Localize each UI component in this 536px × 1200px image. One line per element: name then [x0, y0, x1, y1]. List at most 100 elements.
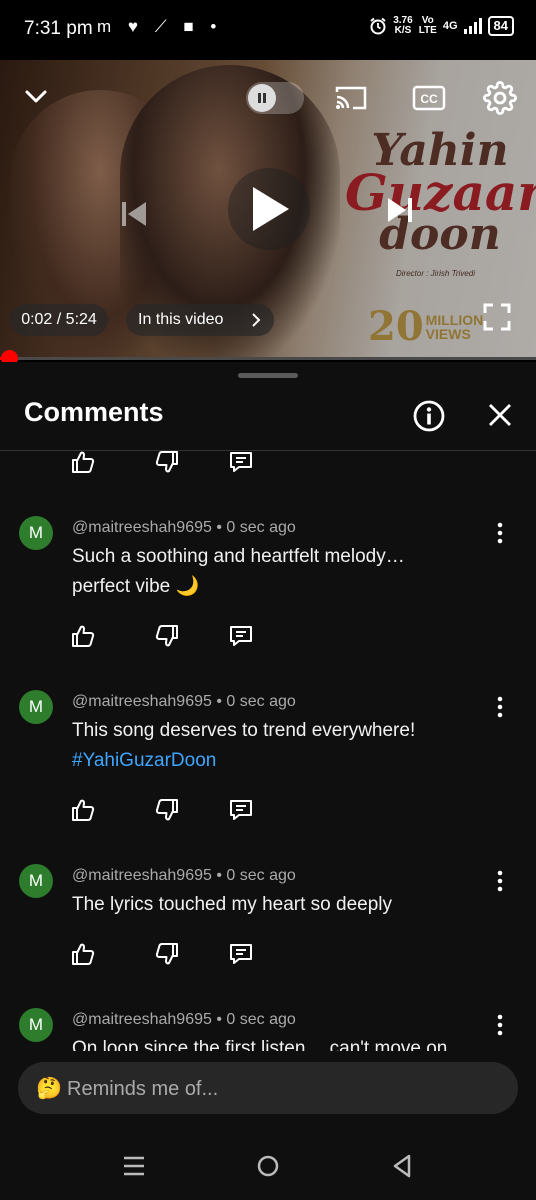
status-right: 3.76 K/S Vo LTE 4G 84 [369, 16, 514, 36]
status-bar: 7:31 pm m ♥ ⟋ ■ • 3.76 K/S Vo LTE 4G 84 [0, 0, 536, 60]
comment-meta: @maitreeshah9695 • 0 sec ago [72, 867, 296, 884]
comment-author[interactable]: @maitreeshah9695 [72, 1011, 212, 1028]
captions-button[interactable]: CC [410, 82, 448, 114]
next-icon [388, 198, 412, 222]
info-button[interactable] [410, 397, 448, 435]
thumbs-up-icon [72, 451, 95, 473]
previous-button[interactable] [106, 186, 162, 242]
avatar[interactable]: M [19, 690, 53, 724]
status-time: 7:31 pm [24, 18, 93, 39]
reply-button[interactable] [228, 623, 254, 649]
battery-indicator: 84 [487, 16, 514, 36]
net-speed-unit: K/S [394, 25, 412, 36]
net-speed: 3.76 K/S [393, 16, 412, 36]
reply-button[interactable] [228, 797, 254, 823]
reply-icon [230, 944, 252, 964]
hashtag-link[interactable]: #YahiGuzarDoon [72, 746, 472, 776]
comment-author[interactable]: @maitreeshah9695 [72, 867, 212, 884]
cast-button[interactable] [332, 82, 370, 114]
more-vert-icon [497, 870, 503, 892]
thinking-emoji: 🤔 [36, 1077, 63, 1100]
comment-input-placeholder[interactable]: Reminds me of... [67, 1078, 218, 1101]
autoplay-knob [248, 84, 276, 112]
thumbs-up-icon [72, 799, 95, 821]
avatar[interactable]: M [19, 516, 53, 550]
comment-meta: @maitreeshah9695 • 0 sec ago [72, 693, 296, 710]
collapse-button[interactable] [20, 80, 52, 112]
reply-button[interactable] [228, 451, 254, 475]
comment-time: 0 sec ago [226, 867, 296, 884]
close-icon [489, 404, 511, 426]
progress-bar[interactable] [0, 357, 536, 360]
like-button[interactable] [70, 941, 96, 967]
play-icon [253, 187, 289, 231]
signal-icon [463, 18, 482, 34]
comment-time: 0 sec ago [226, 1011, 296, 1028]
recents-button[interactable] [112, 1148, 156, 1184]
comment-author[interactable]: @maitreeshah9695 [72, 519, 212, 536]
back-icon [393, 1154, 411, 1178]
fullscreen-button[interactable] [476, 298, 518, 336]
like-button[interactable] [70, 451, 96, 475]
back-button[interactable] [380, 1146, 424, 1186]
system-nav-bar [0, 1130, 536, 1200]
more-vert-icon [497, 696, 503, 718]
comment-time: 0 sec ago [226, 693, 296, 710]
comment-meta: @maitreeshah9695 • 0 sec ago [72, 519, 296, 536]
comment-menu-button[interactable] [490, 521, 510, 545]
settings-button[interactable] [480, 80, 520, 116]
thumbs-down-icon [155, 799, 178, 821]
comment-text-line: perfect vibe 🌙 [72, 576, 200, 597]
thumbs-up-icon [72, 943, 95, 965]
comment-text-line: This song deserves to trend everywhere! [72, 720, 416, 741]
comment-text-line: On loop since the first listen… can't mo… [72, 1038, 448, 1051]
in-this-video-button[interactable]: In this video [126, 304, 274, 336]
reply-button[interactable] [228, 941, 254, 967]
comment-menu-button[interactable] [490, 1013, 510, 1037]
alarm-icon [370, 17, 386, 35]
chevron-down-icon [25, 90, 47, 103]
like-button[interactable] [70, 797, 96, 823]
close-button[interactable] [482, 397, 518, 433]
comment-author[interactable]: @maitreeshah9695 [72, 693, 212, 710]
comment-menu-button[interactable] [490, 695, 510, 719]
thumbs-down-icon [155, 625, 178, 647]
autoplay-toggle[interactable] [246, 82, 304, 114]
comment-text: On loop since the first listen… can't mo… [72, 1034, 472, 1051]
like-button[interactable] [70, 623, 96, 649]
cast-icon [335, 86, 367, 110]
time-display: 0:02 / 5:24 [10, 304, 108, 336]
network-type: 4G [442, 20, 458, 32]
previous-icon [122, 202, 146, 226]
home-button[interactable] [246, 1146, 290, 1186]
drag-handle[interactable] [238, 373, 298, 378]
comment-text-line: The lyrics touched my heart so deeply [72, 894, 392, 915]
comment-text-line: Such a soothing and heartfelt melody… [72, 546, 405, 567]
comments-list[interactable]: M @maitreeshah9695 • 0 sec ago Such a so… [0, 451, 536, 1051]
comment-menu-button[interactable] [490, 869, 510, 893]
dislike-button[interactable] [154, 623, 180, 649]
dislike-button[interactable] [154, 797, 180, 823]
next-button[interactable] [372, 182, 428, 238]
video-player[interactable]: Yahin Guzaar doon Director : Jirish Triv… [0, 60, 536, 360]
in-this-video-label: In this video [138, 311, 224, 328]
more-vert-icon [497, 1014, 503, 1036]
reply-icon [230, 452, 252, 472]
play-button[interactable] [228, 168, 310, 250]
comment-text: The lyrics touched my heart so deeply [72, 890, 472, 920]
comment-text: Such a soothing and heartfelt melody… per… [72, 542, 472, 602]
comments-title: Comments [24, 397, 164, 427]
comment-time: 0 sec ago [226, 519, 296, 536]
dislike-button[interactable] [154, 451, 180, 475]
cc-icon: CC [412, 85, 446, 111]
dislike-button[interactable] [154, 941, 180, 967]
recents-icon [124, 1156, 144, 1176]
fullscreen-icon [483, 303, 511, 331]
thumbs-down-icon [155, 943, 178, 965]
pause-icon [258, 93, 266, 103]
avatar[interactable]: M [19, 864, 53, 898]
reply-icon [230, 800, 252, 820]
comment-meta: @maitreeshah9695 • 0 sec ago [72, 1011, 296, 1028]
avatar[interactable]: M [19, 1008, 53, 1042]
gear-icon [483, 81, 517, 115]
